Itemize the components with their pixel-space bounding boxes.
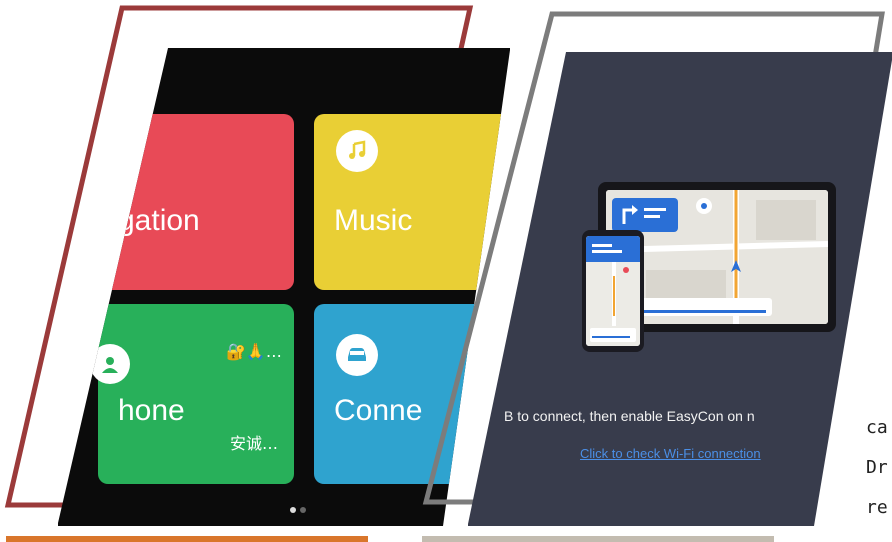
- music-note-icon: [336, 130, 378, 172]
- edge-text-line: Dr: [866, 457, 888, 478]
- page-indicator: [290, 500, 310, 518]
- phone-tile-label: hone: [118, 394, 185, 427]
- check-wifi-connection-link[interactable]: Click to check Wi-Fi connection: [580, 446, 761, 461]
- page-dot: [300, 507, 306, 513]
- music-tile-label: Music: [334, 204, 413, 237]
- edge-text-line: ca: [866, 417, 888, 438]
- phone-illustration: [582, 230, 644, 352]
- bottom-accent-bar-orange: [6, 536, 368, 542]
- connection-instruction-text: B to connect, then enable EasyCon on n: [504, 408, 755, 424]
- edge-text-fragment: ca Dr re: [866, 408, 888, 528]
- phone-tile[interactable]: 🔐🙏… hone 安诚…: [90, 304, 294, 484]
- edge-text-line: re: [866, 497, 888, 518]
- page-dot-active: [290, 507, 296, 513]
- connect-tile-label: Conne: [334, 394, 423, 427]
- phone-map-illustration: [586, 236, 640, 346]
- phone-tile-subtitle: 安诚…: [230, 434, 279, 453]
- phone-status-icons: 🔐🙏…: [226, 342, 282, 361]
- bottom-accent-bar-gray: [422, 536, 774, 542]
- car-icon: [336, 334, 378, 376]
